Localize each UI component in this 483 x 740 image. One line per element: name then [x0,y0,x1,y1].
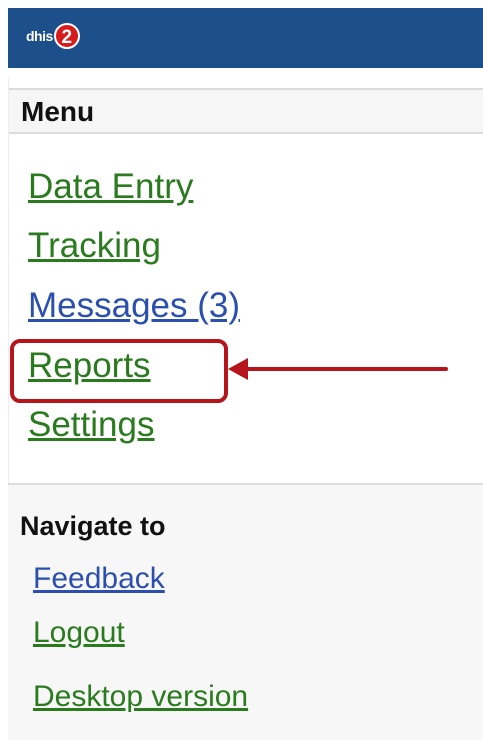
menu-item-tracking[interactable]: Tracking [28,225,161,267]
reports-highlight-box [10,339,228,403]
menu-item-messages[interactable]: Messages (3) [28,285,240,327]
menu-heading-bar: Menu [9,88,483,134]
menu-item-settings[interactable]: Settings [28,404,154,446]
menu-item-data-entry[interactable]: Data Entry [28,166,193,208]
logo-text: dhis [26,28,53,44]
app-header: dhis 2 [8,8,483,68]
dhis2-logo[interactable]: dhis 2 [26,22,80,50]
navigate-section: Navigate to Feedback Logout Desktop vers… [8,483,483,740]
nav-link-desktop-version[interactable]: Desktop version [33,679,248,715]
menu-section: Menu Data Entry Tracking Messages (3) Re… [8,78,483,483]
nav-link-feedback[interactable]: Feedback [33,561,165,597]
navigate-heading: Navigate to [20,511,166,541]
annotation-arrow-icon [228,358,448,380]
menu-heading: Menu [21,96,95,127]
logo-badge: 2 [53,23,80,49]
nav-link-logout[interactable]: Logout [33,615,125,651]
